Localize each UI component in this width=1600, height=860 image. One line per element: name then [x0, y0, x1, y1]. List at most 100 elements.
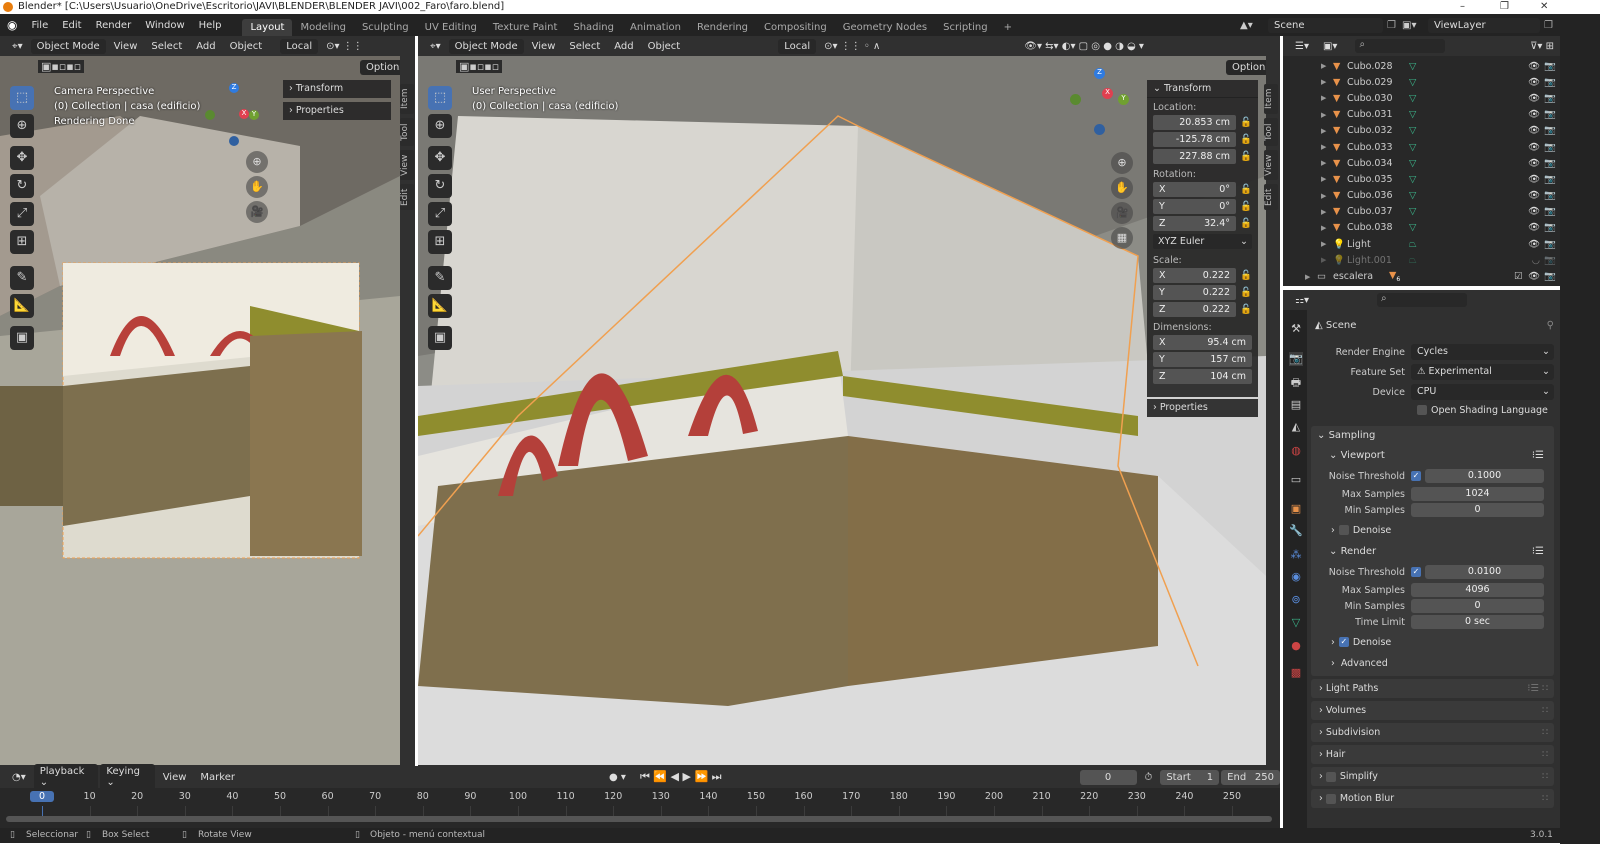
move-tool-icon[interactable]: ✥: [428, 146, 452, 170]
mesh-data-icon[interactable]: ▽: [1409, 142, 1416, 153]
select-box-tool-icon[interactable]: ⬚: [10, 86, 34, 110]
expand-arrow-icon[interactable]: ▶: [1321, 224, 1333, 232]
gizmo-z-axis[interactable]: Z: [1094, 68, 1105, 79]
light-data-icon[interactable]: ⏢: [1409, 239, 1417, 250]
lock-icon[interactable]: 🔓: [1236, 184, 1252, 195]
camera-render-icon[interactable]: 📷: [1540, 174, 1560, 185]
close-button[interactable]: ✕: [1540, 0, 1548, 13]
measure-tool-icon[interactable]: 📐: [428, 294, 452, 318]
menu-select[interactable]: Select: [563, 39, 606, 54]
location-field[interactable]: 20.853 cm: [1153, 115, 1236, 130]
gizmo-neg-y[interactable]: [1070, 94, 1081, 105]
editor-type-icon[interactable]: ⌖▾: [6, 39, 29, 54]
camera-render-icon[interactable]: 📷: [1540, 93, 1560, 104]
rotation-field[interactable]: X 0°: [1153, 182, 1236, 197]
workspace-tab-rendering[interactable]: Rendering: [689, 19, 756, 36]
left-viewport-canvas[interactable]: Camera Perspective (0) Collection | casa…: [0, 56, 400, 765]
timeline-scrollbar[interactable]: [6, 816, 1272, 822]
dimensions-field[interactable]: X 95.4 cm: [1153, 335, 1252, 350]
editor-type-icon[interactable]: ⚏▾: [1289, 293, 1315, 308]
gizmo-y-axis[interactable]: Y: [1118, 94, 1129, 105]
zoom-icon[interactable]: ⊕: [246, 151, 268, 173]
presets-icon[interactable]: ⁝☰: [1532, 446, 1554, 466]
add-cube-tool-icon[interactable]: ▣: [428, 326, 452, 350]
outliner-item[interactable]: ▶ ▼ Cubo.033 ▽ 👁 📷: [1283, 139, 1560, 155]
object-name[interactable]: Cubo.038: [1347, 222, 1409, 233]
workspace-tab-sculpting[interactable]: Sculpting: [354, 19, 417, 36]
properties-panel-collapsed[interactable]: › Properties: [283, 102, 391, 120]
camera-render-icon[interactable]: 📷: [1540, 109, 1560, 120]
mesh-data-icon[interactable]: ▽: [1409, 93, 1416, 104]
tab-tool[interactable]: Tool: [400, 118, 414, 146]
object-name[interactable]: Cubo.035: [1347, 174, 1409, 185]
expand-arrow-icon[interactable]: ▶: [1321, 175, 1333, 183]
r-noise-field[interactable]: 0.0100: [1425, 565, 1544, 579]
workspace-tab-geometry-nodes[interactable]: Geometry Nodes: [835, 19, 935, 36]
eye-icon[interactable]: 👁: [1528, 158, 1540, 169]
menu-window[interactable]: Window: [138, 20, 191, 31]
lock-icon[interactable]: 🔓: [1236, 134, 1252, 145]
scene-tab-icon[interactable]: ◭: [1289, 420, 1303, 434]
lock-icon[interactable]: 🔓: [1236, 287, 1252, 298]
expand-arrow-icon[interactable]: ▶: [1305, 273, 1317, 281]
navigation-gizmo[interactable]: Z Y X: [205, 81, 265, 146]
editor-type-icon[interactable]: ⌖▾: [424, 39, 447, 54]
expand-arrow-icon[interactable]: ▶: [1321, 240, 1333, 248]
eye-icon[interactable]: 👁: [1528, 271, 1540, 282]
transform-tool-icon[interactable]: ⊞: [10, 230, 34, 254]
properties-search-input[interactable]: ⌕: [1376, 293, 1467, 307]
render-tab-icon[interactable]: 📷: [1289, 352, 1303, 366]
eye-icon[interactable]: 👁: [1528, 77, 1540, 88]
mesh-data-icon[interactable]: ▽: [1409, 206, 1416, 217]
mesh-data-icon[interactable]: ▽: [1409, 174, 1416, 185]
r-noise-checkbox[interactable]: ✓: [1411, 567, 1421, 577]
new-view-layer-icon[interactable]: ❐: [1540, 20, 1557, 31]
lock-icon[interactable]: 🔓: [1236, 270, 1252, 281]
outliner-item[interactable]: ▶ ▼ Cubo.029 ▽ 👁 📷: [1283, 74, 1560, 90]
select-mode-icons[interactable]: ▣▪▫▪▫: [456, 60, 503, 73]
move-tool-icon[interactable]: ✥: [10, 146, 34, 170]
outliner-item[interactable]: ▶ ▼ Cubo.037 ▽ 👁 📷: [1283, 204, 1560, 220]
ortho-grid-icon[interactable]: ▦: [1111, 227, 1133, 249]
eye-icon[interactable]: 👁: [1528, 125, 1540, 136]
r-min-field[interactable]: 0: [1411, 599, 1544, 613]
navigation-gizmo[interactable]: Z Y X: [1070, 68, 1130, 135]
outliner-item[interactable]: ▶ ▼ Cubo.035 ▽ 👁 📷: [1283, 171, 1560, 187]
vp-min-field[interactable]: 0: [1411, 503, 1544, 517]
camera-render-icon[interactable]: 📷: [1540, 255, 1560, 266]
orientation-dropdown[interactable]: Local: [778, 38, 817, 54]
outliner-item[interactable]: ▶ ▼ Cubo.028 ▽ 👁 📷: [1283, 58, 1560, 74]
camera-render-icon[interactable]: 📷: [1540, 77, 1560, 88]
pan-hand-icon[interactable]: ✋: [1111, 177, 1133, 199]
add-cube-tool-icon[interactable]: ▣: [10, 326, 34, 350]
tab-view[interactable]: View: [400, 150, 414, 180]
eye-icon[interactable]: 👁: [1528, 190, 1540, 201]
panel-volumes[interactable]: › Volumes ∷: [1311, 701, 1554, 720]
mesh-data-icon[interactable]: ▽: [1409, 158, 1416, 169]
pin-icon[interactable]: ⚲: [1547, 310, 1560, 342]
workspace-tab-shading[interactable]: Shading: [565, 19, 622, 36]
render-engine-dropdown[interactable]: Cycles ⌄: [1411, 344, 1554, 360]
marker-menu[interactable]: Marker: [194, 770, 241, 785]
object-name[interactable]: Cubo.032: [1347, 125, 1409, 136]
workspace-tab-uv-editing[interactable]: UV Editing: [417, 19, 485, 36]
lock-icon[interactable]: 🔓: [1236, 218, 1252, 229]
camera-render-icon[interactable]: 📷: [1540, 61, 1560, 72]
eye-icon[interactable]: 👁: [1528, 239, 1540, 250]
eye-icon[interactable]: 👁: [1528, 222, 1540, 233]
keying-menu[interactable]: Keying ⌄: [100, 764, 155, 790]
gizmo-y-axis[interactable]: Y: [249, 110, 259, 120]
workspace-tab-animation[interactable]: Animation: [622, 19, 689, 36]
transform-panel-collapsed[interactable]: › Transform: [283, 80, 391, 98]
cursor-tool-icon[interactable]: ⊕: [428, 114, 452, 138]
measure-tool-icon[interactable]: 📐: [10, 294, 34, 318]
vp-denoise-subpanel[interactable]: › Denoise: [1311, 518, 1554, 542]
outliner-item[interactable]: ▶ ▼ Cubo.031 ▽ 👁 📷: [1283, 107, 1560, 123]
camera-render-icon[interactable]: 📷: [1540, 158, 1560, 169]
mesh-data-icon[interactable]: ▽: [1409, 109, 1416, 120]
select-mode-icons[interactable]: ▣▪▫▪▫: [38, 60, 85, 73]
left-3d-viewport[interactable]: ⌖▾ Object Mode View Select Add Object Lo…: [0, 36, 415, 766]
gizmo-x-axis[interactable]: X: [1102, 88, 1113, 99]
vp-noise-checkbox[interactable]: ✓: [1411, 471, 1421, 481]
eye-icon[interactable]: 👁: [1528, 109, 1540, 120]
